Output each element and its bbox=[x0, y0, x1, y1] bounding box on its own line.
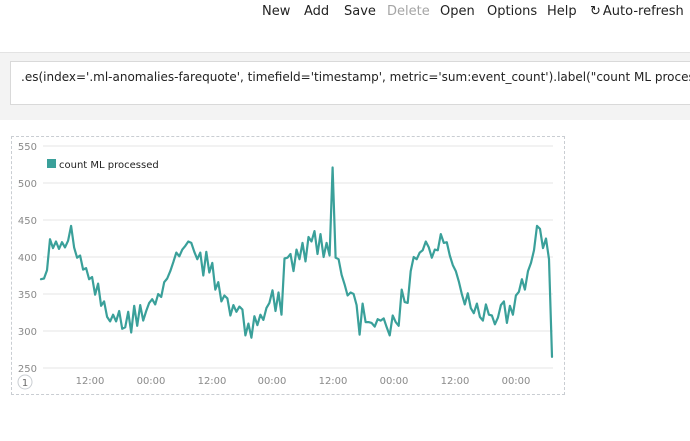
expression-input[interactable]: .es(index='.ml-anomalies-farequote', tim… bbox=[10, 61, 690, 105]
delete-button[interactable]: Delete bbox=[387, 4, 430, 19]
refresh-icon: ↻ bbox=[590, 4, 601, 19]
new-button[interactable]: New bbox=[262, 4, 290, 19]
save-button[interactable]: Save bbox=[344, 4, 376, 19]
auto-refresh-label: Auto-refresh bbox=[602, 4, 684, 19]
help-button[interactable]: Help bbox=[547, 4, 577, 19]
options-button[interactable]: Options bbox=[487, 4, 537, 19]
auto-refresh-button[interactable]: ↻ Auto-refresh bbox=[590, 4, 684, 19]
open-button[interactable]: Open bbox=[440, 4, 475, 19]
add-button[interactable]: Add bbox=[304, 4, 329, 19]
top-menu: New Add Save Delete Open Options Help ↻ A… bbox=[0, 0, 690, 24]
chart-panel bbox=[11, 136, 565, 395]
